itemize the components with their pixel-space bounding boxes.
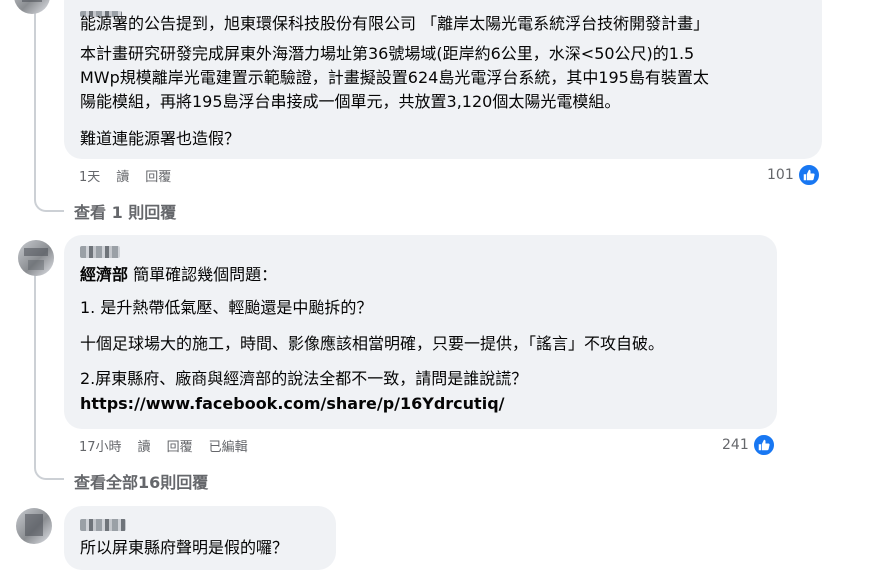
- read-button[interactable]: 讀: [116, 166, 129, 185]
- reaction-count: 101: [767, 167, 794, 183]
- thread-line: [34, 0, 36, 200]
- author-name-blurred[interactable]: [80, 516, 320, 531]
- comment-text: 能源署的公告提到，旭東環保科技股份有限公司 「離岸太陽光電系統浮台技術開發計畫」: [80, 14, 710, 33]
- view-replies-link[interactable]: 查看全部16則回覆: [74, 469, 208, 493]
- comment-text: 所以屏東縣府聲明是假的囉？: [80, 538, 289, 557]
- thread-line: [34, 272, 36, 468]
- reaction-count: 241: [722, 437, 749, 453]
- comment-timestamp[interactable]: 17小時: [79, 436, 122, 455]
- comment-text: 難道連能源署也造假？: [80, 129, 241, 148]
- comment-actions: 1天 讀 回覆: [79, 166, 187, 185]
- avatar[interactable]: [18, 240, 54, 276]
- like-icon: [796, 163, 821, 187]
- view-replies-link[interactable]: 查看 1 則回覆: [74, 199, 176, 223]
- comment-bubble: 所以屏東縣府聲明是假的囉？: [64, 506, 336, 570]
- author-name-blurred[interactable]: [80, 2, 806, 17]
- comment-text-first-line: 簡單確認幾個問題：: [128, 265, 278, 284]
- comment-actions: 17小時 讀 回覆 已編輯: [79, 436, 264, 455]
- tagged-author-link[interactable]: 經濟部: [80, 265, 128, 284]
- reaction-summary[interactable]: 241: [722, 433, 776, 457]
- edited-label[interactable]: 已編輯: [209, 436, 248, 455]
- reply-button[interactable]: 回覆: [145, 166, 171, 185]
- comment-text: MWp規模離岸光電建置示範驗證，計畫擬設置624島光電浮台系統，其中195島有裝…: [80, 68, 709, 87]
- thread-line-curve: [34, 198, 64, 212]
- comment-text: 陽能模組，再將195島浮台串接成一個單元，共放置3,120個太陽光電模組。: [80, 92, 621, 111]
- avatar[interactable]: [16, 508, 52, 544]
- comment-text: 2.屏東縣府、廠商與經濟部的說法全都不一致，請問是誰說謊？: [80, 369, 528, 388]
- comment-timestamp[interactable]: 1天: [79, 166, 100, 185]
- comment-text: 經濟部 簡單確認幾個問題：: [80, 263, 761, 287]
- like-icon: [751, 433, 776, 457]
- comment-text: 1. 是升熱帶低氣壓、輕颱還是中颱拆的？: [80, 298, 373, 317]
- comment-bubble: 經濟部 簡單確認幾個問題： 1. 是升熱帶低氣壓、輕颱還是中颱拆的？ 十個足球場…: [64, 235, 777, 429]
- reaction-summary[interactable]: 101: [767, 163, 821, 187]
- reply-button[interactable]: 回覆: [167, 436, 193, 455]
- read-button[interactable]: 讀: [138, 436, 151, 455]
- author-name-blurred[interactable]: [80, 243, 761, 258]
- comment-text: 本計畫研究研發完成屏東外海潛力場址第36號場域(距岸約6公里，水深<50公尺)的…: [80, 44, 695, 63]
- share-link[interactable]: https://www.facebook.com/share/p/16Ydrcu…: [80, 392, 761, 416]
- thread-line-curve: [34, 466, 64, 480]
- avatar[interactable]: [14, 0, 50, 14]
- comment-bubble: 能源署的公告提到，旭東環保科技股份有限公司 「離岸太陽光電系統浮台技術開發計畫」…: [64, 0, 822, 159]
- comment-text: 十個足球場大的施工，時間、影像應該相當明確，只要一提供，「謠言」不攻自破。: [80, 334, 665, 353]
